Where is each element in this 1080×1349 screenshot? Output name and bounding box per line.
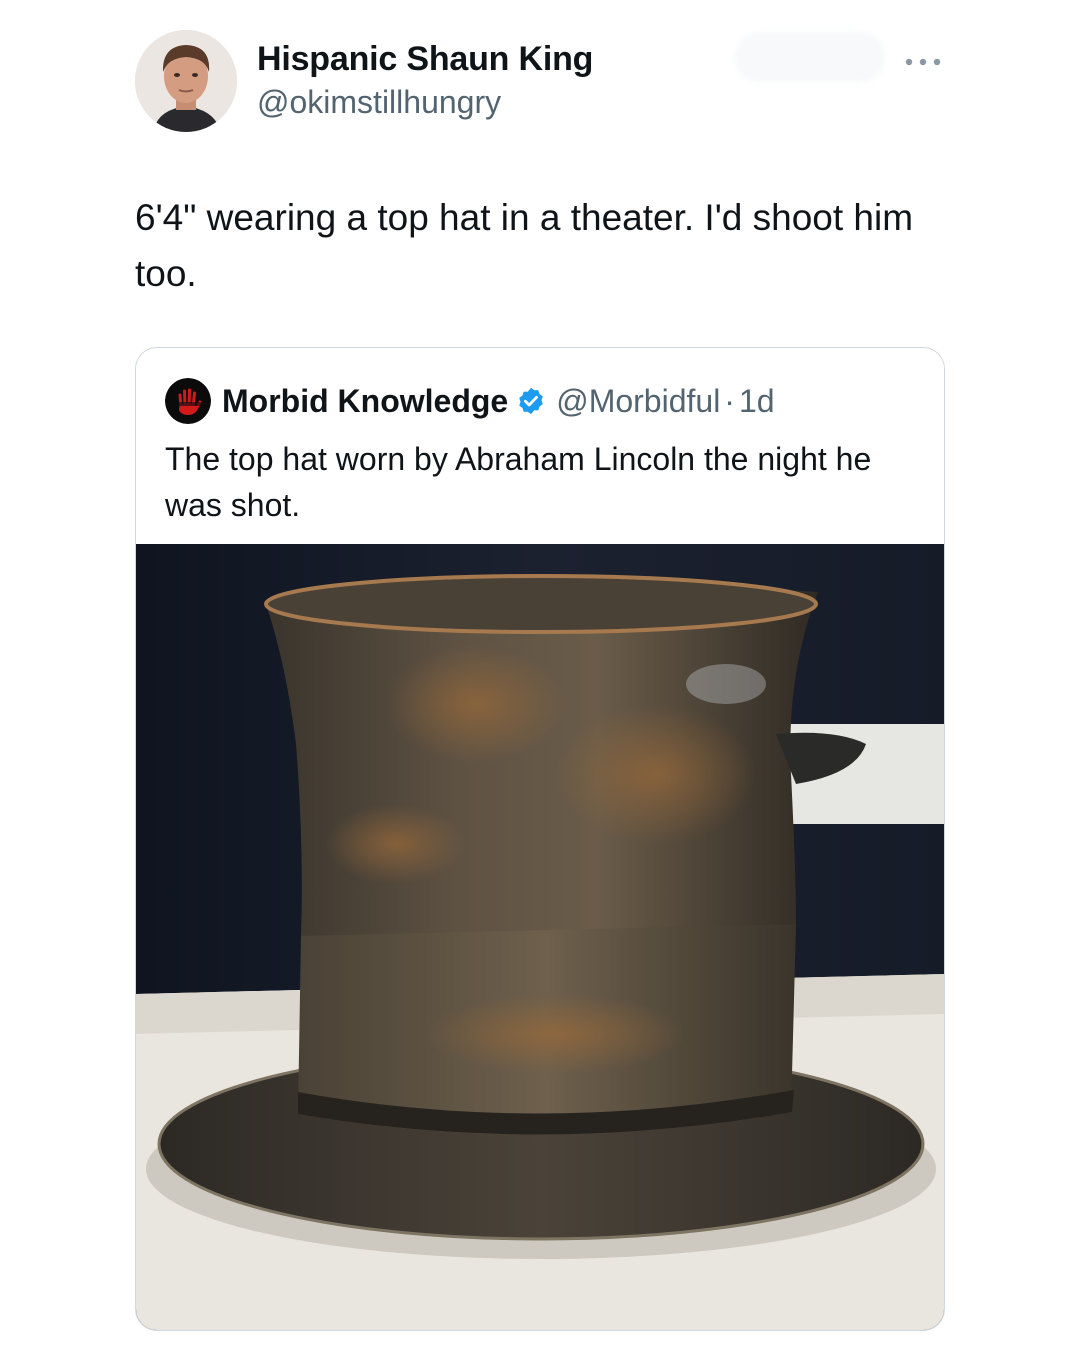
separator-dot: · xyxy=(724,382,735,419)
author-handle[interactable]: @okimstillhungry xyxy=(257,84,501,121)
follow-button-blurred[interactable] xyxy=(735,32,885,82)
quoted-tweet-card[interactable]: Morbid Knowledge @Morbidful · 1d The top… xyxy=(135,347,945,1331)
quoted-timestamp[interactable]: 1d xyxy=(739,383,775,420)
quoted-tweet-text: The top hat worn by Abraham Lincoln the … xyxy=(165,441,872,523)
verified-badge-icon xyxy=(519,387,543,415)
profile-photo-icon xyxy=(135,30,237,132)
author-avatar[interactable] xyxy=(135,30,237,132)
quoted-tweet-header: Morbid Knowledge @Morbidful · 1d xyxy=(165,378,775,424)
red-handprint-logo-icon xyxy=(165,378,211,424)
more-horizontal-icon[interactable] xyxy=(902,42,944,82)
quoted-author-display-name[interactable]: Morbid Knowledge xyxy=(222,383,508,420)
photo-top-hat-icon xyxy=(136,544,944,1330)
author-display-name[interactable]: Hispanic Shaun King xyxy=(257,40,593,79)
quoted-tweet-photo[interactable] xyxy=(136,544,944,1330)
tweet-text: 6'4" wearing a top hat in a theater. I'd… xyxy=(135,197,914,294)
quoted-author-avatar[interactable] xyxy=(165,378,211,424)
quoted-author-handle[interactable]: @Morbidful xyxy=(556,383,720,420)
